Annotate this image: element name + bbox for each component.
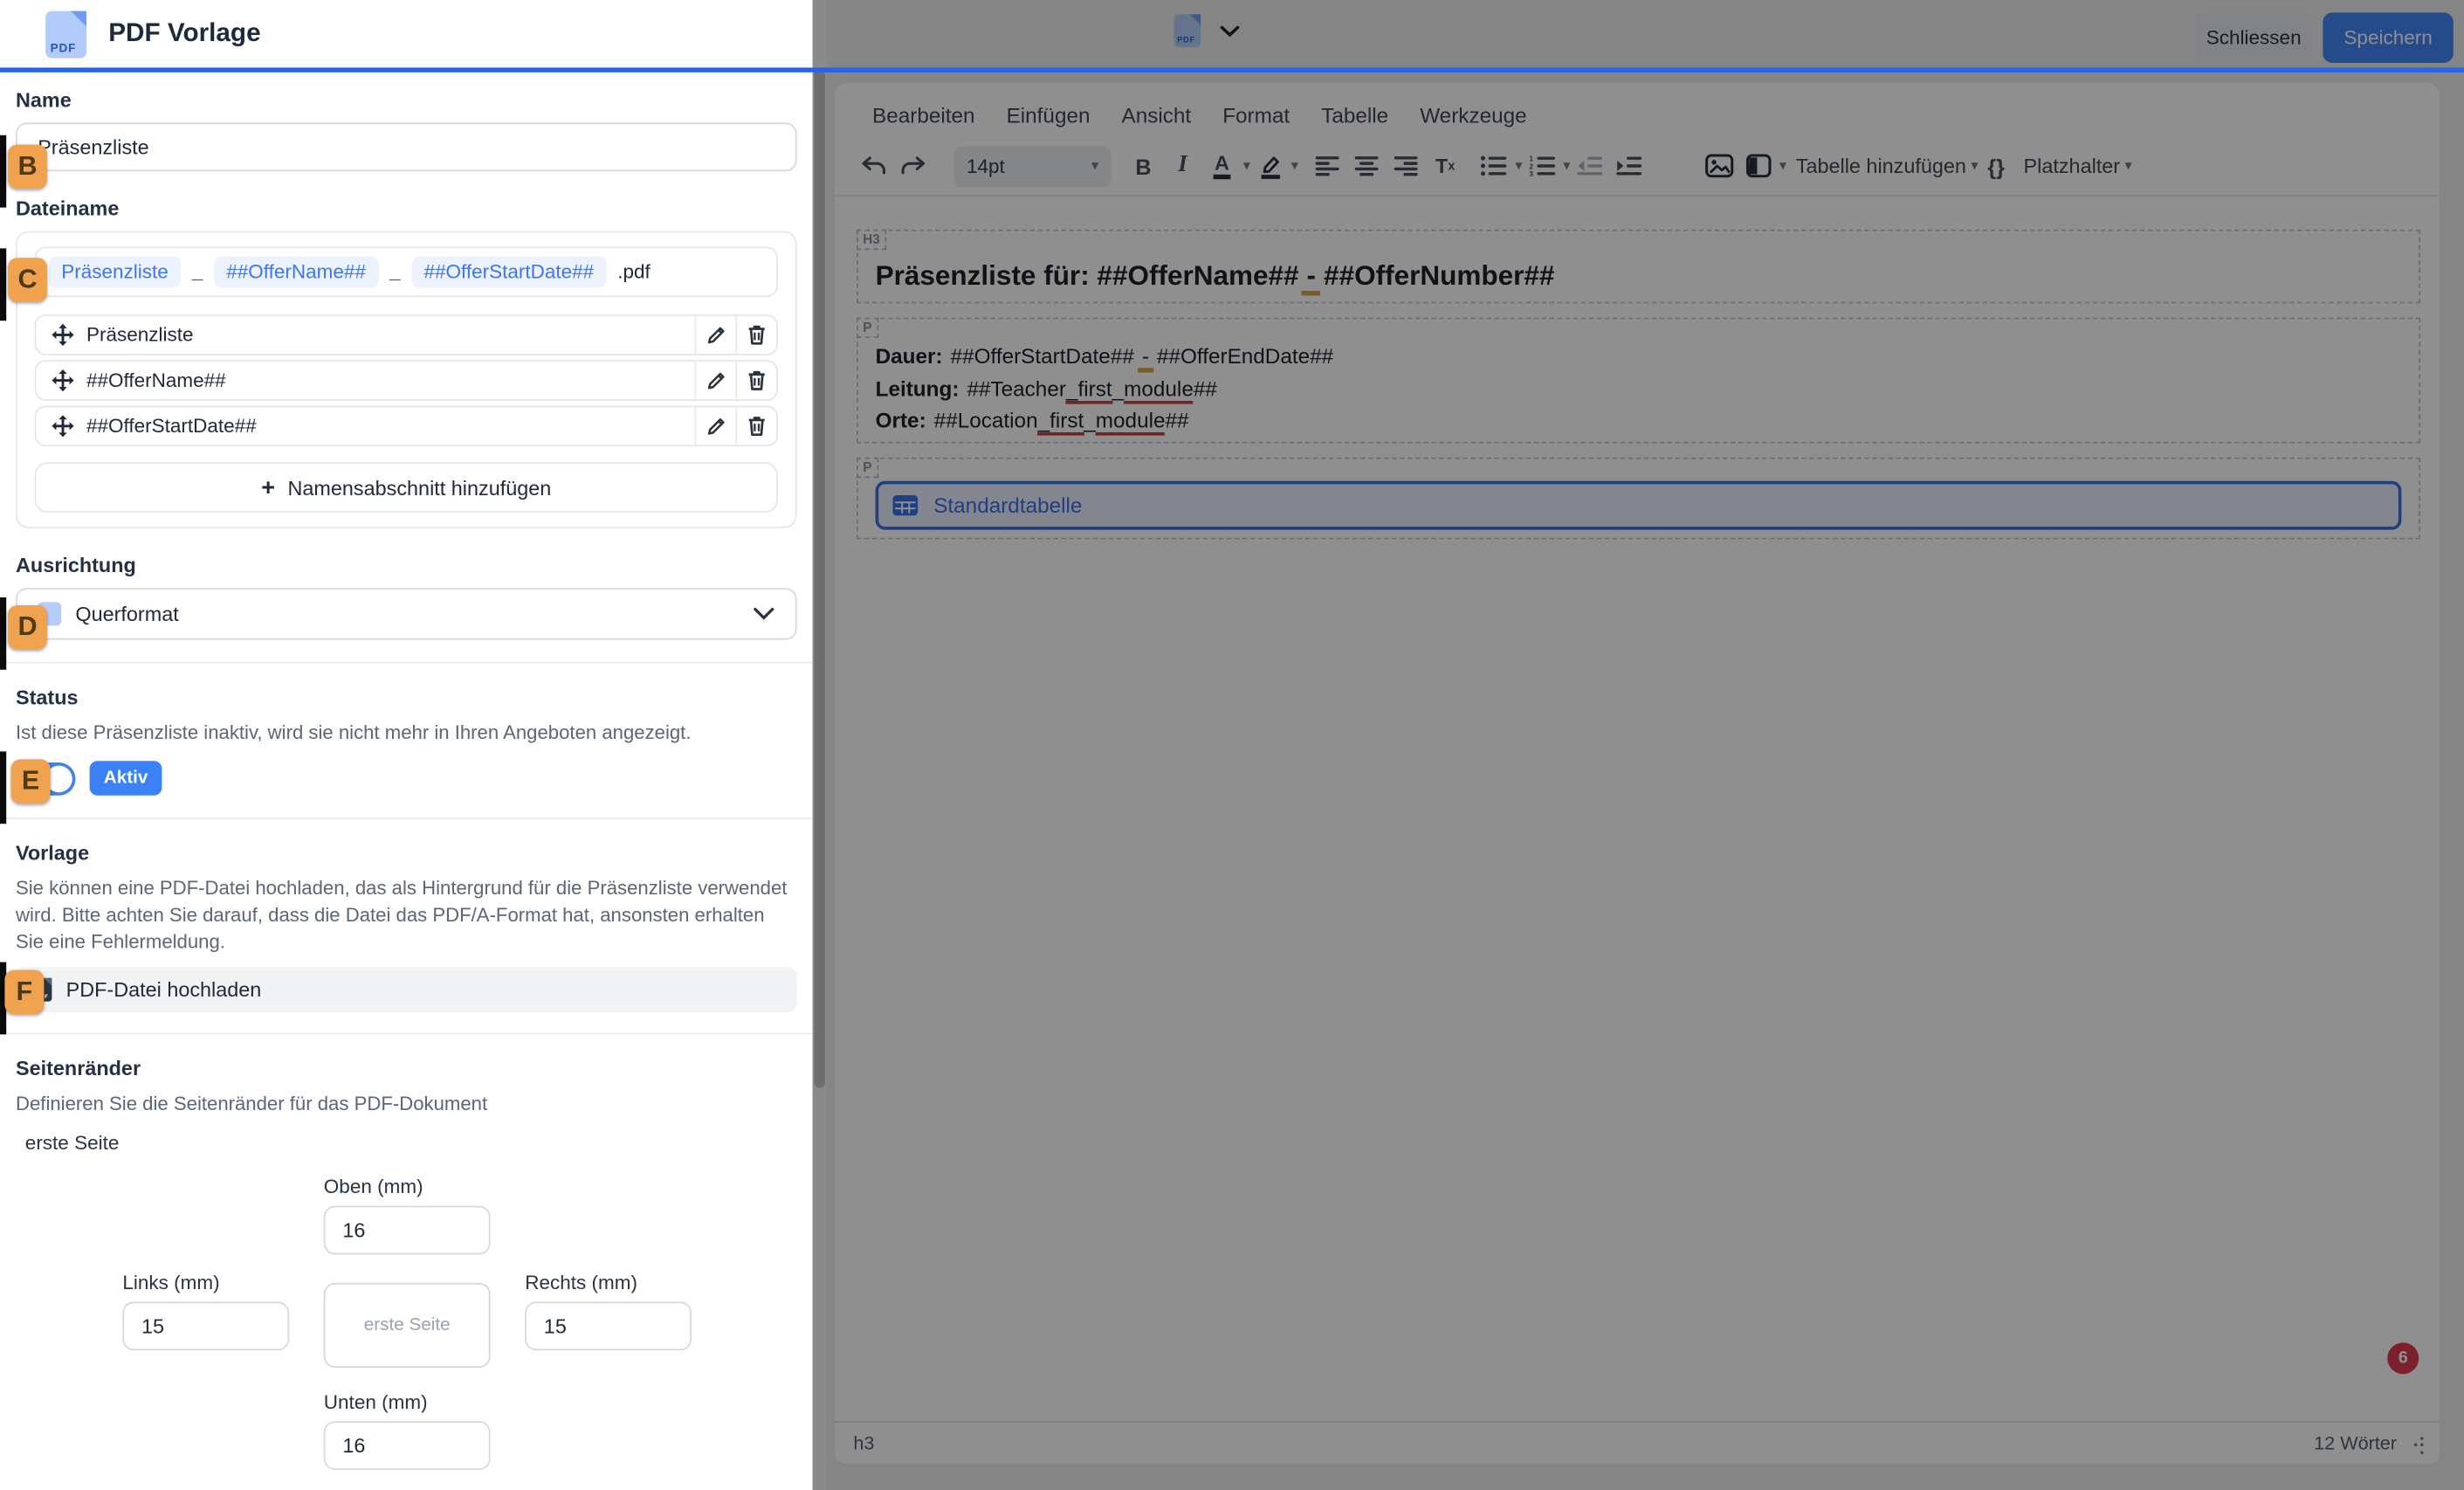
section-divider (0, 1033, 813, 1035)
som-marker-d: D (8, 605, 47, 649)
editor-region: PDF Schliessen Speichern Bearbeiten Einf… (813, 0, 2464, 1490)
margin-left-label: Links (mm) (122, 1272, 219, 1293)
filename-extension: .pdf (617, 261, 650, 283)
som-marker-f: F (4, 970, 44, 1014)
section-divider (0, 817, 813, 819)
delete-icon[interactable] (735, 316, 776, 354)
filename-segment-row[interactable]: ##OfferStartDate## (35, 405, 778, 446)
filename-separator: _ (389, 261, 401, 283)
first-page-title: erste Seite (25, 1132, 797, 1154)
filename-separator: _ (192, 261, 203, 283)
plus-icon: + (261, 474, 275, 501)
name-label: Name (16, 88, 797, 112)
filename-chip: ##OfferName## (214, 256, 378, 287)
move-icon[interactable] (36, 362, 86, 399)
template-label: Vorlage (16, 841, 797, 865)
margin-bottom-input[interactable] (324, 1421, 491, 1470)
margin-bottom-label: Unten (mm) (324, 1391, 428, 1413)
page-title: PDF Vorlage (108, 19, 260, 49)
orientation-label: Ausrichtung (16, 554, 797, 577)
segment-label: ##OfferStartDate## (86, 407, 695, 445)
margin-right-label: Rechts (mm) (525, 1272, 637, 1293)
modal-backdrop[interactable] (813, 0, 2464, 1490)
segment-label: ##OfferName## (86, 362, 695, 399)
section-divider (0, 662, 813, 664)
edit-icon[interactable] (695, 362, 736, 399)
margins-description: Definieren Sie die Seitenränder für das … (16, 1091, 797, 1118)
filename-chip: Präsenzliste (49, 256, 181, 287)
marker-anchor (0, 248, 6, 321)
marker-anchor (0, 751, 6, 824)
margin-right-input[interactable] (525, 1301, 692, 1350)
orientation-value: Querformat (75, 602, 753, 625)
orientation-select[interactable]: Querformat (16, 588, 797, 639)
margins-label: Seitenränder (16, 1057, 797, 1080)
drawer-body: Name Dateiname Präsenzliste _ ##OfferNam… (0, 67, 813, 1490)
filename-segment-row[interactable]: Präsenzliste (35, 314, 778, 355)
som-marker-b: B (8, 145, 47, 189)
marker-anchor (0, 135, 6, 208)
filename-segment-row[interactable]: ##OfferName## (35, 360, 778, 401)
filename-preview: Präsenzliste _ ##OfferName## _ ##OfferSt… (35, 247, 778, 298)
filename-chip: ##OfferStartDate## (411, 256, 607, 287)
pdf-file-icon: PDF (45, 10, 86, 58)
upload-pdf-button[interactable]: PDF PDF-Datei hochladen (16, 967, 797, 1012)
delete-icon[interactable] (735, 362, 776, 399)
delete-icon[interactable] (735, 407, 776, 445)
status-label: Status (16, 686, 797, 709)
margin-left-input[interactable] (122, 1301, 289, 1350)
segment-label: Präsenzliste (86, 316, 695, 354)
accent-divider (0, 67, 2464, 72)
move-icon[interactable] (36, 316, 86, 354)
drawer-header: PDF PDF Vorlage (0, 0, 813, 67)
pdf-template-editor: PDF Schliessen Speichern Bearbeiten Einf… (0, 0, 2464, 1490)
som-marker-e: E (11, 759, 51, 803)
edit-icon[interactable] (695, 316, 736, 354)
template-description: Sie können eine PDF-Datei hochladen, das… (16, 876, 797, 956)
status-description: Ist diese Präsenzliste inaktiv, wird sie… (16, 720, 797, 747)
marker-anchor (0, 597, 6, 670)
status-badge[interactable]: Aktiv (90, 761, 162, 796)
edit-icon[interactable] (695, 407, 736, 445)
name-input[interactable] (16, 122, 797, 171)
page-preview: erste Seite (324, 1283, 491, 1368)
pdf-template-drawer: PDF PDF Vorlage Name Dateiname Präsenzli… (0, 0, 813, 1490)
som-marker-c: C (8, 258, 47, 301)
margin-top-input[interactable] (324, 1206, 491, 1255)
add-name-segment-button[interactable]: + Namensabschnitt hinzufügen (35, 462, 778, 513)
move-icon[interactable] (36, 407, 86, 445)
filename-builder: Präsenzliste _ ##OfferName## _ ##OfferSt… (16, 231, 797, 528)
filename-label: Dateiname (16, 197, 797, 220)
chevron-down-icon (753, 607, 774, 621)
margin-top-label: Oben (mm) (324, 1176, 423, 1197)
first-page-margins: Oben (mm) Links (mm) erste Seite Rechts … (16, 1176, 797, 1474)
